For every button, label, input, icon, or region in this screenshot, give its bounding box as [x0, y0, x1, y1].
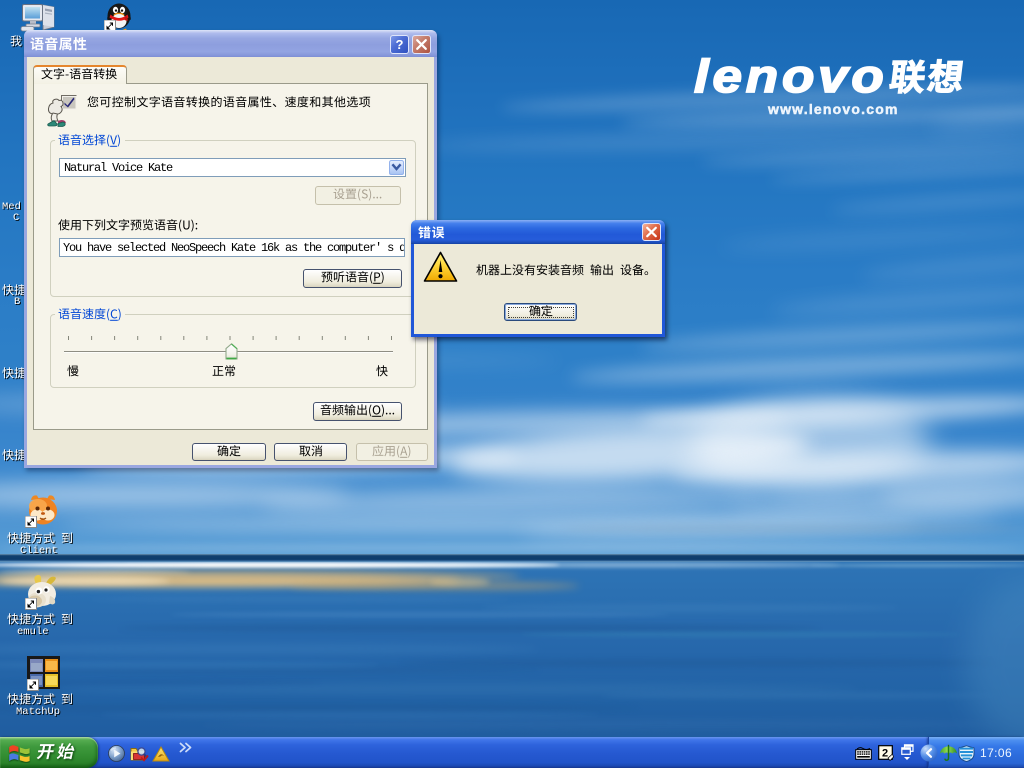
svg-text:2: 2: [882, 748, 888, 760]
